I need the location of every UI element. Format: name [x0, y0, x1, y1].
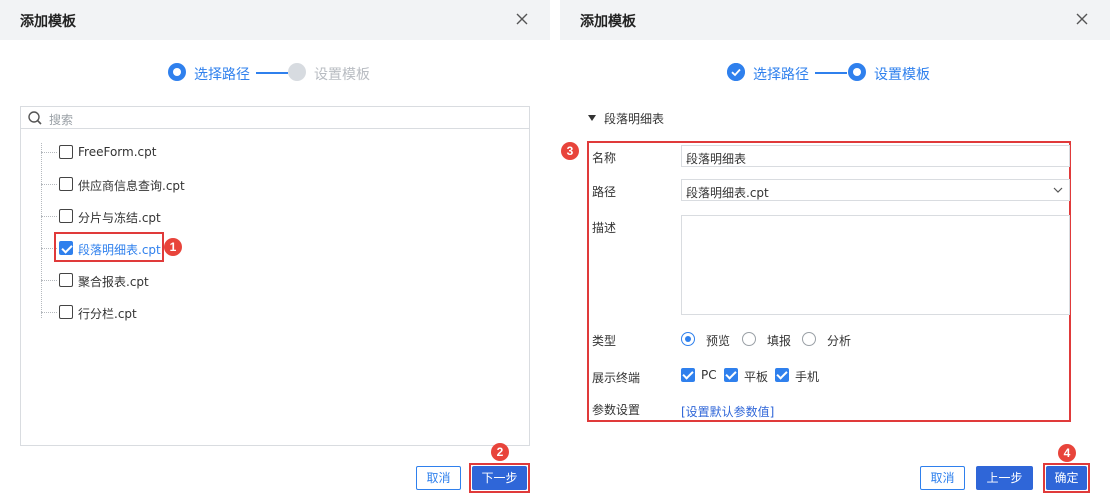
step-indicator: 选择路径 设置模板 [727, 62, 947, 84]
type-option-preview: 预览 [706, 334, 731, 348]
terminal-option-mobile: 手机 [795, 370, 820, 384]
terminal-option-pc: PC [701, 368, 717, 382]
add-template-dialog-step2: 添加模板 选择路径 设置模板 段落明细表 3 名称 段落明细表 路径 段落明细表… [560, 0, 1110, 501]
next-button[interactable]: 下一步 [472, 466, 527, 490]
search-bar[interactable]: 搜索 [21, 107, 529, 129]
terminal-checkbox-mobile[interactable] [775, 368, 789, 382]
param-label: 参数设置 [592, 403, 641, 417]
path-select[interactable]: 段落明细表.cpt [681, 179, 1070, 201]
step-label-1: 选择路径 [194, 67, 250, 83]
step-circle-1 [168, 63, 186, 81]
type-radio-fill[interactable] [742, 332, 756, 346]
terminal-checkbox-tablet[interactable] [724, 368, 738, 382]
tree-item-label: 聚合报表.cpt [78, 275, 149, 289]
path-label: 路径 [592, 185, 617, 199]
step-circle-2 [848, 63, 866, 81]
step-label-1: 选择路径 [753, 67, 809, 83]
tree-item-label: FreeForm.cpt [78, 145, 157, 159]
description-textarea[interactable] [681, 215, 1070, 315]
type-label: 类型 [592, 334, 617, 348]
tree-checkbox[interactable] [59, 273, 73, 287]
step-label-2: 设置模板 [874, 67, 930, 83]
tree-checkbox[interactable] [59, 305, 73, 319]
cancel-button[interactable]: 取消 [920, 466, 965, 490]
type-radio-preview[interactable] [681, 332, 695, 346]
section-title: 段落明细表 [604, 112, 665, 126]
step-badge-2: 2 [491, 443, 509, 461]
step-label-2: 设置模板 [314, 67, 370, 83]
dialog-header: 添加模板 [0, 0, 550, 40]
step-circle-2 [288, 63, 306, 81]
search-input[interactable]: 搜索 [49, 111, 73, 128]
step-indicator: 选择路径 设置模板 [168, 62, 388, 84]
tree-connector-line [41, 143, 42, 318]
terminal-label: 展示终端 [592, 371, 641, 385]
name-field[interactable]: 段落明细表 [681, 145, 1070, 167]
set-default-params-link[interactable]: [设置默认参数值] [681, 403, 774, 420]
tree-checkbox[interactable] [59, 177, 73, 191]
name-label: 名称 [592, 151, 617, 165]
step-badge-3: 3 [561, 142, 579, 160]
description-label: 描述 [592, 221, 617, 235]
add-template-dialog-step1: 添加模板 选择路径 设置模板 搜索 FreeForm.cpt 供应商信息查询.c… [0, 0, 550, 501]
search-icon [28, 111, 42, 125]
type-option-fill: 填报 [767, 334, 792, 348]
step-connector [256, 72, 288, 74]
tree-checkbox[interactable] [59, 145, 73, 159]
template-settings-form: 名称 段落明细表 路径 段落明细表.cpt 描述 类型 预览 填报 分析 展示终… [587, 141, 1071, 422]
chevron-down-icon [1053, 187, 1063, 193]
check-circle-icon [727, 63, 745, 81]
tree-item-label: 行分栏.cpt [78, 307, 137, 321]
type-option-analysis: 分析 [827, 334, 852, 348]
terminal-option-tablet: 平板 [744, 370, 769, 384]
type-radio-analysis[interactable] [802, 332, 816, 346]
tree-item-label: 供应商信息查询.cpt [78, 179, 185, 193]
step-badge-1: 1 [164, 238, 182, 256]
close-icon[interactable] [1074, 11, 1090, 27]
close-icon[interactable] [514, 11, 530, 27]
dialog-title: 添加模板 [20, 14, 76, 30]
step-connector [815, 72, 847, 74]
dialog-header: 添加模板 [560, 0, 1110, 40]
caret-down-icon [588, 115, 596, 121]
terminal-checkbox-pc[interactable] [681, 368, 695, 382]
dialog-gap [550, 0, 560, 501]
dialog-title: 添加模板 [580, 14, 636, 30]
previous-step-button[interactable]: 上一步 [976, 466, 1033, 490]
confirm-button[interactable]: 确定 [1046, 466, 1087, 490]
tree-item-label: 分片与冻结.cpt [78, 211, 161, 225]
step-badge-4: 4 [1058, 444, 1076, 462]
cancel-button[interactable]: 取消 [416, 466, 461, 490]
tree-checkbox[interactable] [59, 209, 73, 223]
selected-item-highlight [54, 232, 164, 262]
template-tree-panel: 搜索 FreeForm.cpt 供应商信息查询.cpt 分片与冻结.cpt 段落… [20, 106, 530, 446]
